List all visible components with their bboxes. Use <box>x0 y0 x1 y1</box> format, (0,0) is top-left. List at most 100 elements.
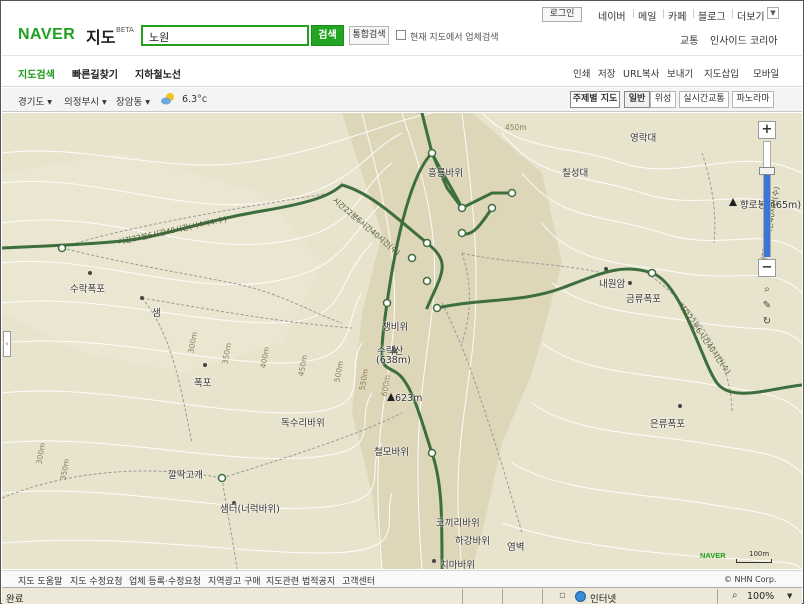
region-select-city[interactable]: 의정부시 ▾ <box>64 94 107 108</box>
tab-subway[interactable]: 지하철노선 <box>135 66 181 81</box>
url-copy-button[interactable]: URL복사 <box>623 66 659 80</box>
place-label[interactable]: 깔딱고개 <box>168 467 203 481</box>
valley-shading <box>2 153 322 373</box>
elevation-label: 450m <box>505 123 527 132</box>
region-label: 장암동 <box>116 97 143 108</box>
map-canvas[interactable]: 영락대 흥룡바위 칠성대 향로봉(465m) 내원암 금류폭포 수락폭포 샘 챙… <box>2 113 802 569</box>
spring-icon <box>140 296 144 300</box>
footer-link-help[interactable]: 지도 도움말 <box>18 574 62 587</box>
divider <box>732 9 733 18</box>
footer-link-edit-request[interactable]: 지도 수정요청 <box>70 574 123 587</box>
inmap-search-checkbox[interactable] <box>396 30 406 40</box>
divider <box>462 589 463 604</box>
place-label[interactable]: 하강바위 <box>455 533 490 547</box>
header: NAVER 지도 BETA 노원 검색 통합검색 현재 지도에서 업체검색 로그… <box>2 2 802 56</box>
toplink-cafe[interactable]: 카페 <box>668 8 686 23</box>
place-label[interactable]: 칠성대 <box>562 165 588 179</box>
inmap-search-label: 현재 지도에서 업체검색 <box>410 33 499 43</box>
magnifier-icon[interactable]: ⌕ <box>732 590 738 601</box>
tab-route[interactable]: 빠른길찾기 <box>72 66 118 81</box>
total-search-button[interactable]: 통합검색 <box>349 26 389 45</box>
print-button[interactable]: 인쇄 <box>573 66 590 80</box>
map-toolbar: 경기도 ▾ 의정부시 ▾ 장암동 ▾ 6.3°c 주제별 지도 일반 위성 실시… <box>2 88 802 112</box>
send-button[interactable]: 보내기 <box>667 66 693 80</box>
zoom-in-button[interactable]: + <box>758 121 776 139</box>
divider <box>502 589 503 604</box>
footer-link-ads[interactable]: 지역광고 구매 <box>208 574 261 587</box>
place-label[interactable]: 샘 <box>152 305 161 319</box>
divider <box>717 589 718 604</box>
place-label[interactable]: 영락대 <box>630 130 656 144</box>
footer-link-legal[interactable]: 지도관련 법적공지 <box>266 574 335 587</box>
footer-link-support[interactable]: 고객센터 <box>342 574 375 587</box>
globe-icon <box>575 591 586 602</box>
place-label[interactable]: 챙비위 <box>382 319 408 333</box>
chevron-left-icon[interactable]: ‹ <box>3 331 11 357</box>
live-traffic-button[interactable]: 실시간교통 <box>679 91 729 108</box>
place-label[interactable]: 623m <box>395 393 422 404</box>
sun-cloud-icon <box>161 93 174 105</box>
satellite-map-button[interactable]: 위성 <box>650 91 676 108</box>
place-label[interactable]: 수락폭포 <box>70 281 105 295</box>
temperature: 6.3°c <box>182 94 208 105</box>
search-button[interactable]: 검색 <box>311 25 344 46</box>
zoom-out-button[interactable]: − <box>758 259 776 277</box>
place-label[interactable]: 내원암 <box>599 276 625 290</box>
divider <box>663 9 664 18</box>
place-label[interactable]: 철모바위 <box>374 444 409 458</box>
place-label[interactable]: (638m) <box>376 355 411 366</box>
divider <box>542 589 543 604</box>
scale-bar <box>736 559 772 563</box>
tab-map-search[interactable]: 지도검색 <box>18 66 55 81</box>
toplink-mail[interactable]: 메일 <box>638 8 656 23</box>
copyright: © NHN Corp. <box>724 575 777 584</box>
zoom-slider-handle[interactable] <box>759 167 775 175</box>
refresh-icon[interactable]: ↻ <box>760 315 774 329</box>
divider <box>693 9 694 18</box>
lock-icon: ▫ <box>559 590 566 601</box>
region-select-province[interactable]: 경기도 ▾ <box>18 94 52 108</box>
browser-statusbar: 완료 ▫ 인터넷 ⌕ 100% ▼ <box>2 587 802 604</box>
panorama-button[interactable]: 파노라마 <box>732 91 774 108</box>
zoom-text[interactable]: 100% <box>747 591 774 602</box>
mobile-button[interactable]: 모바일 <box>753 66 779 80</box>
place-label[interactable]: 치마바위 <box>440 557 475 569</box>
toplink-blog[interactable]: 블로그 <box>698 8 726 23</box>
login-button[interactable]: 로그인 <box>542 7 582 22</box>
status-text: 완료 <box>6 594 24 604</box>
traffic-link[interactable]: 교통 <box>680 32 698 47</box>
chevron-down-icon[interactable]: ▼ <box>787 592 792 600</box>
region-select-dong[interactable]: 장암동 ▾ <box>116 94 150 108</box>
search-input[interactable]: 노원 <box>141 25 309 46</box>
embed-map-button[interactable]: 지도삽입 <box>704 66 739 80</box>
ruler-icon[interactable]: ✎ <box>760 299 774 313</box>
place-label[interactable]: 독수리바위 <box>281 415 325 429</box>
inside-korea-link[interactable]: 인사이드 코리아 <box>710 32 778 47</box>
waterfall-icon <box>203 363 207 367</box>
scale-label: 100m <box>749 550 770 558</box>
place-label[interactable]: 은류폭포 <box>650 416 685 430</box>
footer-link-business[interactable]: 업체 등록·수정요청 <box>129 574 201 587</box>
place-label[interactable]: 샘터(너럭바위) <box>220 501 280 515</box>
naver-watermark: NAVER <box>700 551 726 560</box>
save-button[interactable]: 저장 <box>598 66 615 80</box>
footer: 지도 도움말 지도 수정요청 업체 등록·수정요청 지역광고 구매 지도관련 법… <box>2 570 802 587</box>
zone-text: 인터넷 <box>590 594 617 604</box>
toplink-naver[interactable]: 네이버 <box>598 8 626 23</box>
rock-icon <box>432 559 436 563</box>
place-label[interactable]: 코끼리바위 <box>436 515 480 529</box>
region-label: 의정부시 <box>64 97 99 108</box>
zoom-level-fill <box>764 173 770 257</box>
map-service-title[interactable]: 지도 <box>86 24 115 48</box>
naver-logo[interactable]: NAVER <box>18 26 75 44</box>
normal-map-button[interactable]: 일반 <box>624 91 650 108</box>
chevron-down-icon[interactable]: ▼ <box>767 7 779 19</box>
magnifier-icon[interactable]: ⌕ <box>760 283 774 297</box>
theme-map-button[interactable]: 주제별 지도 <box>570 91 620 108</box>
divider <box>633 9 634 18</box>
toplink-more[interactable]: 더보기 <box>737 8 765 23</box>
place-label[interactable]: 폭포 <box>194 375 211 389</box>
place-label[interactable]: 금류폭포 <box>626 291 661 305</box>
place-label[interactable]: 염벽 <box>507 539 524 553</box>
place-label[interactable]: 흥룡바위 <box>428 165 463 179</box>
